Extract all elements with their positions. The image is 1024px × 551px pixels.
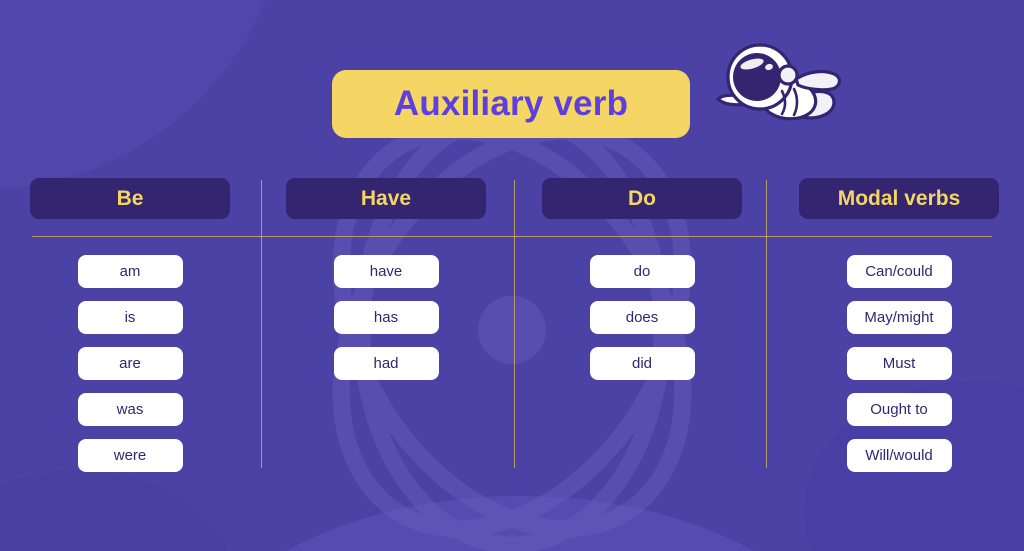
verb-label: am bbox=[119, 263, 141, 280]
verb-label: is bbox=[124, 309, 136, 326]
column-header-label: Be bbox=[116, 186, 144, 210]
column-header-modal: Modal verbs bbox=[799, 178, 999, 219]
verb-label: have bbox=[369, 263, 403, 280]
verb-pill[interactable]: are bbox=[77, 347, 183, 380]
background-blob-bottom-left bbox=[0, 470, 230, 551]
verb-pill[interactable]: am bbox=[77, 255, 183, 288]
column-header-label: Have bbox=[360, 186, 412, 210]
verb-label: are bbox=[119, 355, 141, 372]
verb-pill[interactable]: do bbox=[589, 255, 695, 288]
column-header-do: Do bbox=[542, 178, 742, 219]
verb-pill[interactable]: have bbox=[333, 255, 439, 288]
verb-label: had bbox=[373, 355, 399, 372]
verb-pill[interactable]: does bbox=[589, 301, 695, 334]
verb-table: Be am is are was were Have have has had … bbox=[0, 178, 1024, 478]
astronaut-floating-icon bbox=[712, 33, 844, 133]
verb-label: Can/could bbox=[865, 263, 933, 280]
column-header-label: Do bbox=[628, 186, 656, 210]
verb-columns: Be am is are was were Have have has had … bbox=[0, 178, 1024, 478]
verb-label: has bbox=[373, 309, 399, 326]
verb-label: Will/would bbox=[865, 447, 933, 464]
verb-label: Must bbox=[882, 355, 916, 372]
column-header-be: Be bbox=[30, 178, 230, 219]
verb-column-modal: Modal verbs Can/could May/might Must Oug… bbox=[770, 178, 1024, 478]
verb-pill[interactable]: Can/could bbox=[846, 255, 952, 288]
page-title-badge: Auxiliary verb bbox=[332, 70, 690, 138]
verb-pill[interactable]: Ought to bbox=[846, 393, 952, 426]
verb-label: were bbox=[113, 447, 147, 464]
auxiliary-verb-poster: Auxiliary verb Be am is are was were Hav… bbox=[0, 0, 1024, 551]
verb-pill[interactable]: May/might bbox=[846, 301, 952, 334]
page-title: Auxiliary verb bbox=[393, 84, 629, 123]
verb-column-have: Have have has had bbox=[258, 178, 514, 478]
column-header-have: Have bbox=[286, 178, 486, 219]
verb-label: did bbox=[631, 355, 653, 372]
verb-pill[interactable]: had bbox=[333, 347, 439, 380]
verb-label: do bbox=[633, 263, 651, 280]
verb-column-do: Do do does did bbox=[514, 178, 770, 478]
background-arc-top-left bbox=[0, 0, 290, 190]
verb-pill[interactable]: has bbox=[333, 301, 439, 334]
verb-pill[interactable]: did bbox=[589, 347, 695, 380]
verb-label: does bbox=[625, 309, 659, 326]
verb-label: May/might bbox=[864, 309, 934, 326]
verb-pill[interactable]: Must bbox=[846, 347, 952, 380]
verb-label: was bbox=[116, 401, 144, 418]
background-circle-bottom bbox=[170, 496, 870, 551]
verb-pill[interactable]: was bbox=[77, 393, 183, 426]
verb-pill[interactable]: were bbox=[77, 439, 183, 472]
verb-list-modal: Can/could May/might Must Ought to Will/w… bbox=[846, 255, 952, 472]
verb-pill[interactable]: is bbox=[77, 301, 183, 334]
verb-list-do: do does did bbox=[589, 255, 695, 380]
verb-list-be: am is are was were bbox=[77, 255, 183, 472]
verb-column-be: Be am is are was were bbox=[2, 178, 258, 478]
verb-label: Ought to bbox=[870, 401, 928, 418]
verb-list-have: have has had bbox=[333, 255, 439, 380]
verb-pill[interactable]: Will/would bbox=[846, 439, 952, 472]
column-header-label: Modal verbs bbox=[837, 186, 961, 210]
